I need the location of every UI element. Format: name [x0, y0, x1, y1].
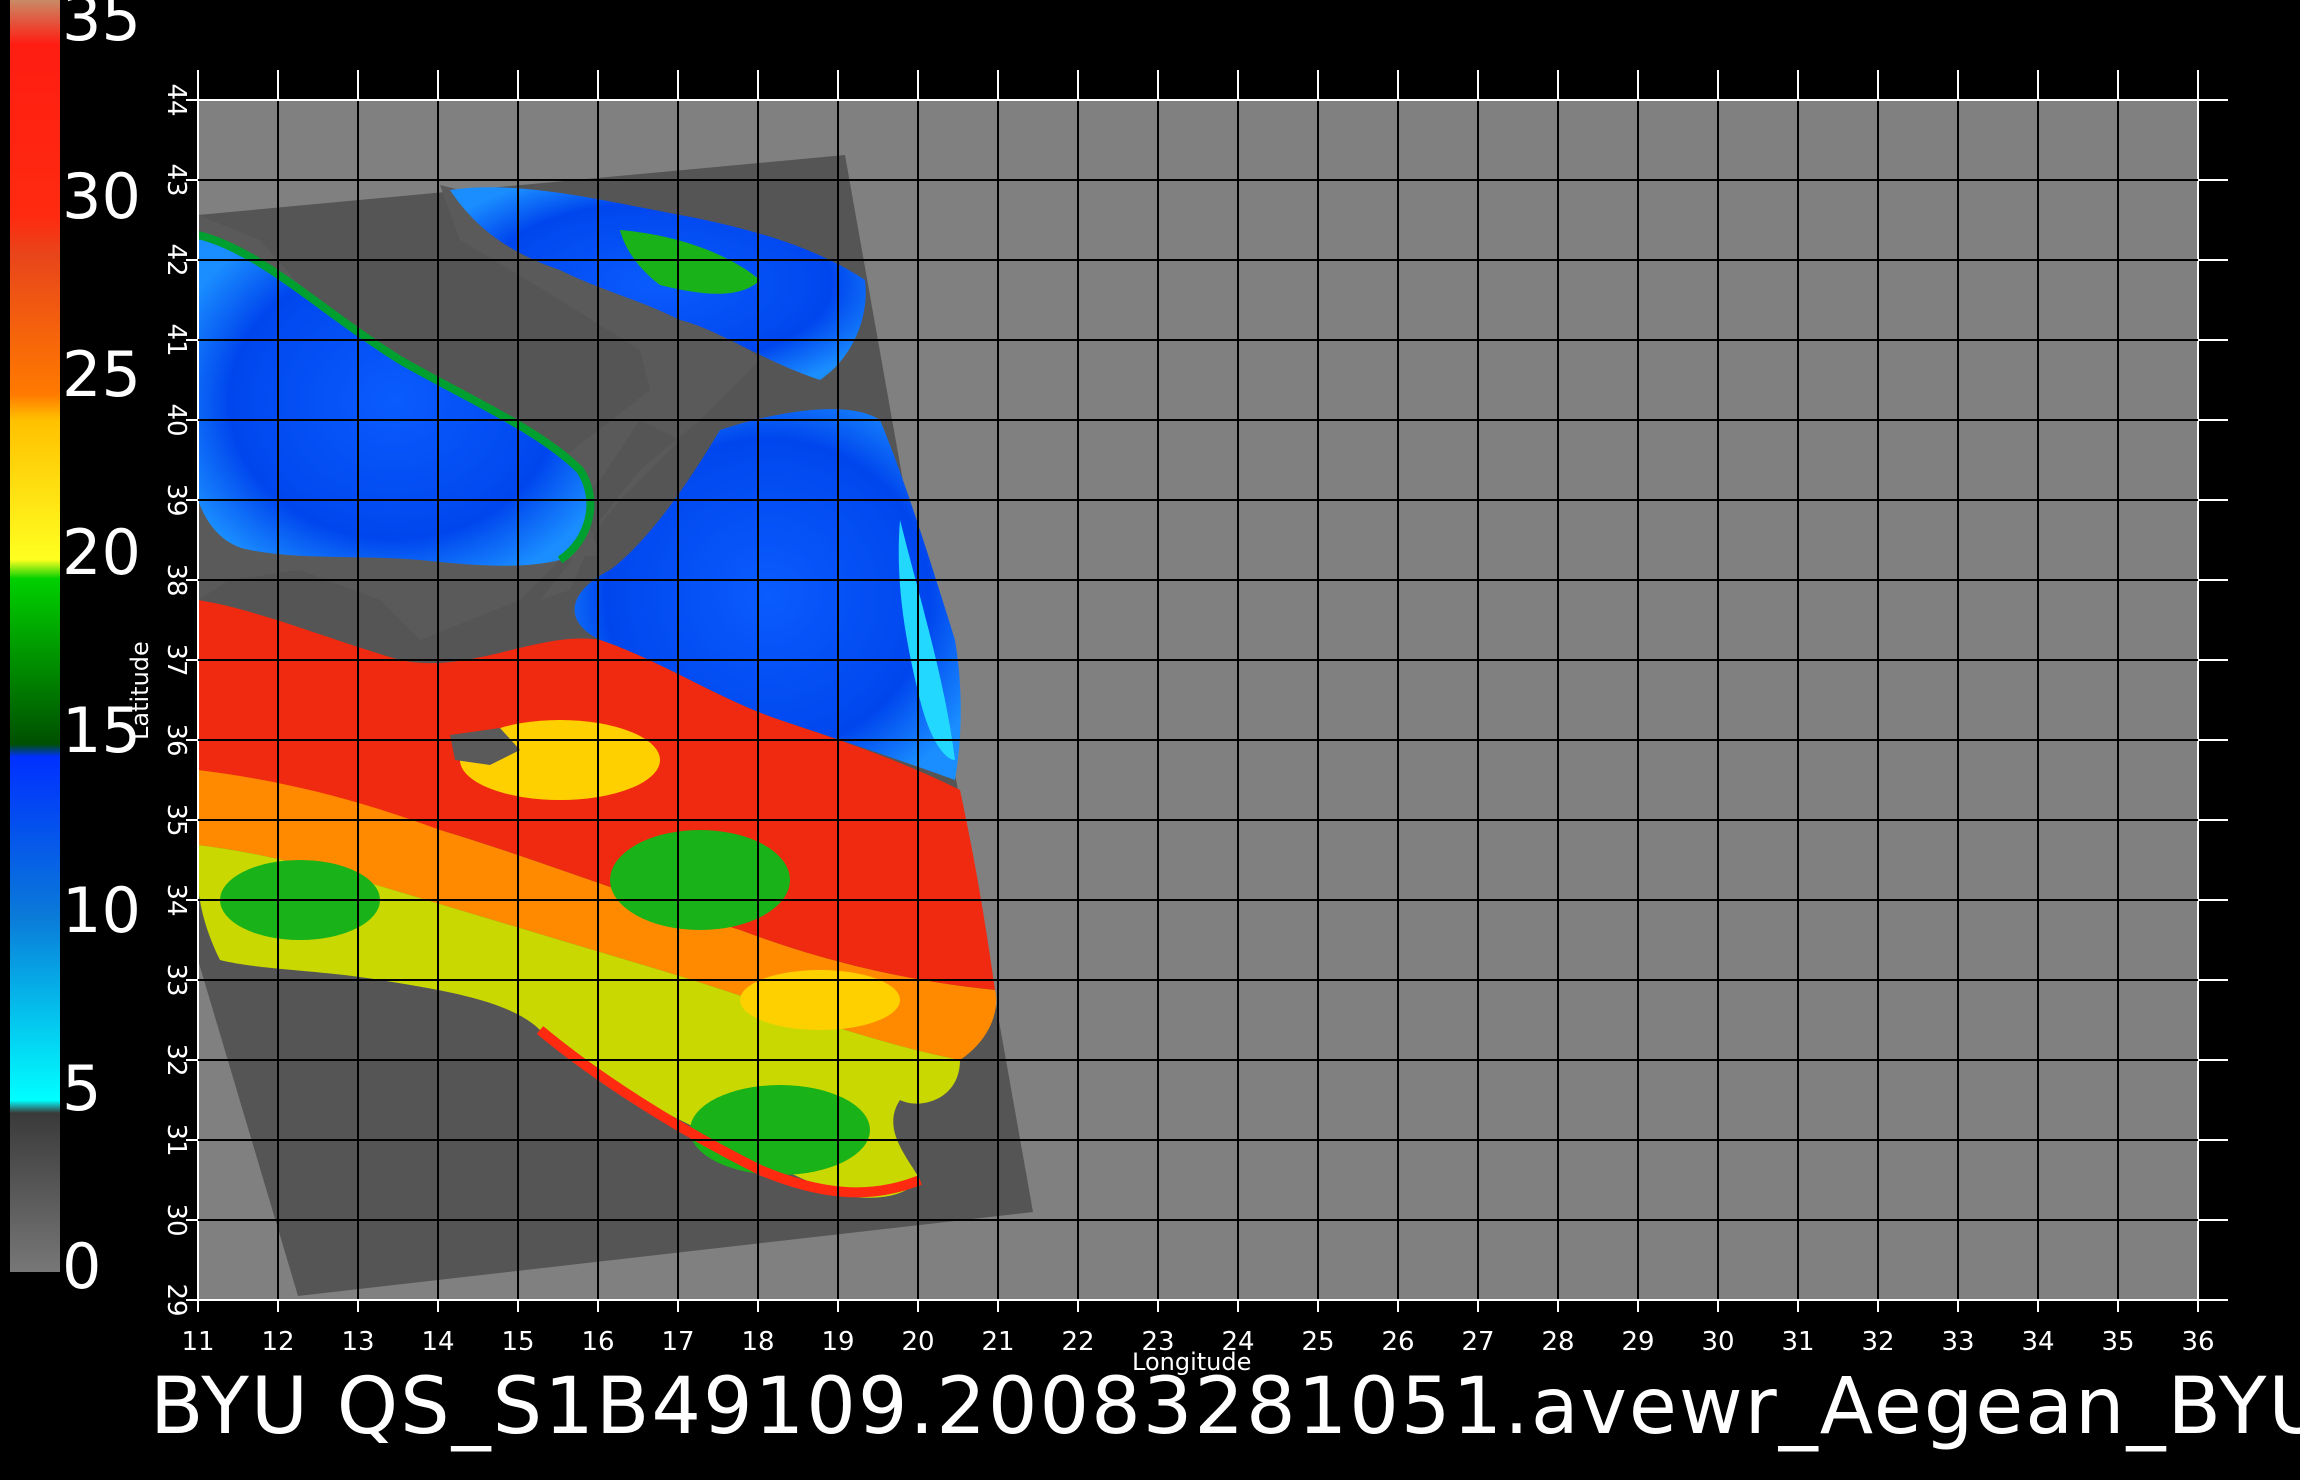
x-tick-label: 20 [901, 1327, 934, 1357]
colorbar-label: 10 [62, 874, 141, 947]
colorbar-gradient [10, 0, 60, 1272]
y-tick-label: 33 [161, 963, 191, 996]
y-tick-label: 40 [161, 403, 191, 436]
y-tick-label: 29 [161, 1283, 191, 1316]
y-tick-label: 35 [161, 803, 191, 836]
colorbar-label: 5 [62, 1052, 102, 1125]
x-tick-label: 19 [821, 1327, 854, 1357]
sea-green-patch-1 [610, 830, 790, 930]
x-tick-label: 15 [501, 1327, 534, 1357]
y-tick-label: 32 [161, 1043, 191, 1076]
x-tick-label: 13 [341, 1327, 374, 1357]
colorbar-label: 30 [62, 160, 141, 233]
x-tick-label: 34 [2021, 1327, 2054, 1357]
x-tick-label: 32 [1861, 1327, 1894, 1357]
x-tick-label: 16 [581, 1327, 614, 1357]
colorbar-label: 25 [62, 338, 141, 411]
x-tick-label: 22 [1061, 1327, 1094, 1357]
y-tick-label: 42 [161, 243, 191, 276]
y-tick-label: 37 [161, 643, 191, 676]
colorbar-label: 15 [62, 694, 141, 767]
y-tick-label: 30 [161, 1203, 191, 1236]
x-tick-label: 30 [1701, 1327, 1734, 1357]
sea-green-patch-3 [690, 1085, 870, 1175]
x-tick-label: 14 [421, 1327, 454, 1357]
x-tick-label: 35 [2101, 1327, 2134, 1357]
y-tick-label: 39 [161, 483, 191, 516]
x-tick-label: 28 [1541, 1327, 1574, 1357]
x-tick-label: 33 [1941, 1327, 1974, 1357]
x-tick-label: 17 [661, 1327, 694, 1357]
x-tick-label: 21 [981, 1327, 1014, 1357]
y-tick-label: 31 [161, 1123, 191, 1156]
x-tick-label: 31 [1781, 1327, 1814, 1357]
y-tick-label: 36 [161, 723, 191, 756]
x-tick-label: 26 [1381, 1327, 1414, 1357]
x-tick-label: 27 [1461, 1327, 1494, 1357]
y-tick-label: 38 [161, 563, 191, 596]
x-tick-label: 29 [1621, 1327, 1654, 1357]
y-tick-label: 41 [161, 323, 191, 356]
x-tick-label: 12 [261, 1327, 294, 1357]
x-tick-label: 36 [2181, 1327, 2214, 1357]
x-tick-label: 25 [1301, 1327, 1334, 1357]
x-tick-label: 18 [741, 1327, 774, 1357]
image-caption: BYU QS_S1B49109.20083281051.avewr_Aegean… [150, 1362, 2300, 1452]
colorbar-label: 35 [62, 0, 141, 55]
colorbar [10, 0, 60, 1272]
map-figure: 11 12 13 14 15 16 17 18 19 20 21 22 23 24 25 26 27 28 29 30… [10, 0, 2228, 1357]
colorbar-label: 0 [62, 1230, 102, 1303]
x-tick-label: 11 [181, 1327, 214, 1357]
map-panel [198, 100, 2198, 1300]
colorbar-label: 20 [62, 516, 141, 589]
y-tick-label: 44 [161, 83, 191, 116]
y-tick-label: 34 [161, 883, 191, 916]
y-tick-labels: 29 30 31 32 33 34 35 36 37 38 39 40 41 42 43 44 [161, 83, 191, 1316]
y-tick-label: 43 [161, 163, 191, 196]
